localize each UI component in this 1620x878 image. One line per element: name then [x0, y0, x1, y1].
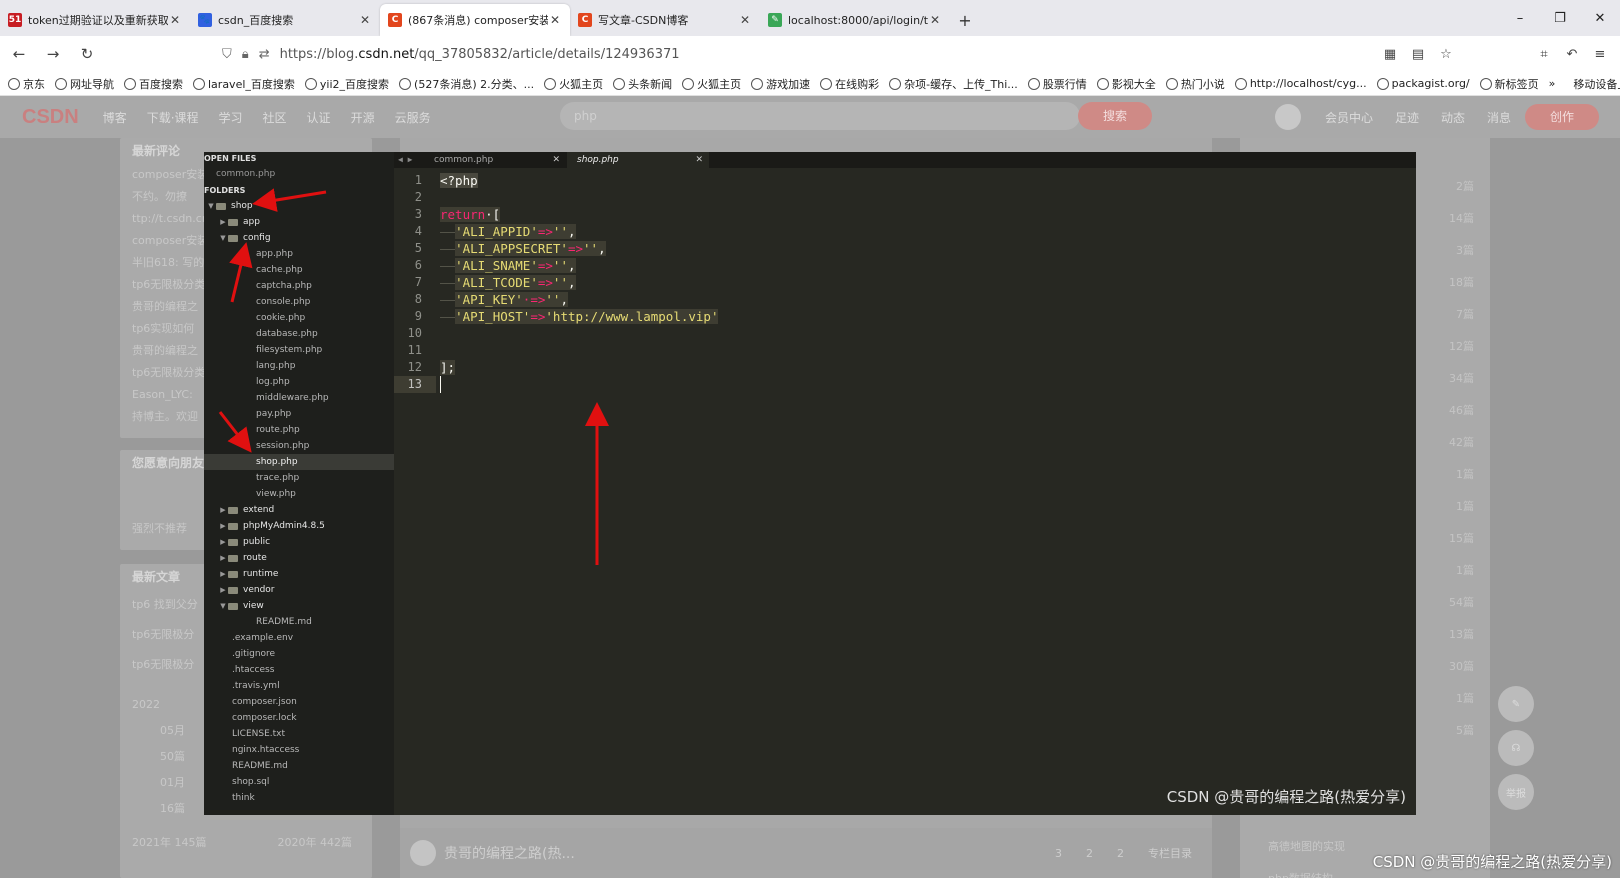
- arrow-to-shop-file: [218, 411, 252, 453]
- arrow-to-shop-folder: [252, 188, 327, 212]
- annotation-arrows: [218, 188, 609, 565]
- arrow-to-config-folder: [229, 242, 253, 303]
